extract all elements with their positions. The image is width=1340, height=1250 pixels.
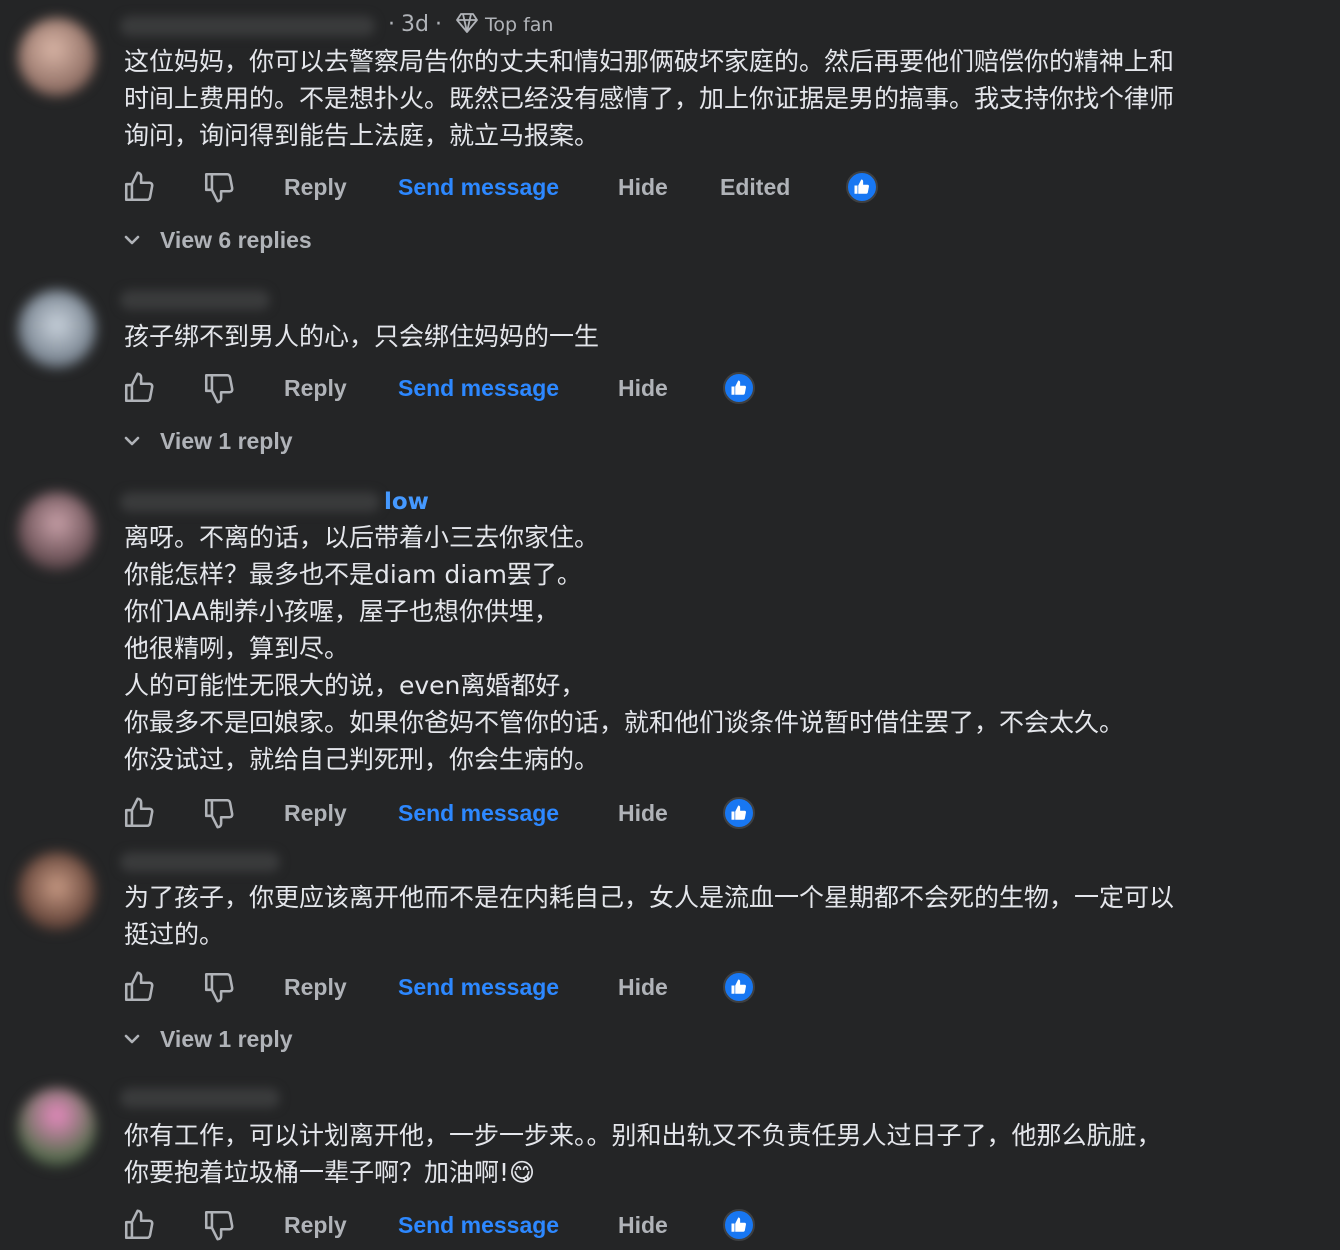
hide-button[interactable]: Hide <box>618 1212 668 1239</box>
comment-line: 你有工作，可以计划离开他，一步一步来。。别和出轨又不负责任男人过日子了，他那么肮… <box>124 1121 1162 1150</box>
comment-time[interactable]: 3d <box>401 12 429 37</box>
comment-text: 这位妈妈，你可以去警察局告你的丈夫和情妇那俩破坏家庭的。然后再要他们赔偿你的精神… <box>124 43 1314 154</box>
commenter-name[interactable] <box>120 1088 280 1108</box>
comment-line: 你们AA制养小孩喔，屋子也想你供埋， <box>124 597 559 626</box>
send-message-button[interactable]: Send message <box>398 800 559 827</box>
view-replies-label: View 6 replies <box>160 226 312 253</box>
comment-actions: Reply Send message Hide <box>122 793 922 833</box>
like-reaction-icon[interactable] <box>846 171 878 203</box>
view-replies-label: View 1 reply <box>160 427 293 454</box>
dislike-button[interactable] <box>202 368 236 408</box>
reply-button[interactable]: Reply <box>284 375 347 402</box>
comment-meta: · 3d · Top fan <box>388 12 554 37</box>
comment-line: 离呀。不离的话，以后带着小三去你家住。 <box>124 523 600 552</box>
view-replies-button[interactable]: View 1 reply <box>122 426 293 456</box>
comment-line: 你能怎样？最多也不是diam diam罢了。 <box>124 560 582 589</box>
comment-text: 你有工作，可以计划离开他，一步一步来。。别和出轨又不负责任男人过日子了，他那么肮… <box>124 1117 1314 1191</box>
dislike-button[interactable] <box>202 1205 236 1245</box>
follow-button[interactable]: low <box>384 489 429 515</box>
send-message-button[interactable]: Send message <box>398 974 559 1001</box>
avatar[interactable] <box>18 18 96 96</box>
like-reaction-icon[interactable] <box>723 1209 755 1241</box>
send-message-button[interactable]: Send message <box>398 174 559 201</box>
avatar[interactable] <box>18 290 96 368</box>
dislike-button[interactable] <box>202 167 236 207</box>
reply-button[interactable]: Reply <box>284 974 347 1001</box>
thumbs-up-icon <box>124 1209 154 1240</box>
send-message-button[interactable]: Send message <box>398 1212 559 1239</box>
hide-button[interactable]: Hide <box>618 974 668 1001</box>
thumbs-up-icon <box>124 171 154 202</box>
like-reaction-icon[interactable] <box>723 797 755 829</box>
commenter-name[interactable] <box>120 492 380 512</box>
thumbs-down-icon <box>204 172 234 203</box>
commenter-name[interactable] <box>120 852 280 872</box>
comment-text: 孩子绑不到男人的心，只会绑住妈妈的一生 <box>124 318 1314 355</box>
comment-line: 你要抱着垃圾桶一辈子啊？加油啊!😋 <box>124 1158 536 1187</box>
top-fan-badge: Top fan <box>484 14 554 36</box>
view-replies-button[interactable]: View 1 reply <box>122 1024 293 1054</box>
reply-button[interactable]: Reply <box>284 174 347 201</box>
hide-button[interactable]: Hide <box>618 174 668 201</box>
thumbs-down-icon <box>204 798 234 829</box>
view-replies-button[interactable]: View 6 replies <box>122 225 312 255</box>
comment-line: 你最多不是回娘家。如果你爸妈不管你的话，就和他们谈条件说暂时借住罢了，不会太久。 <box>124 708 1125 737</box>
like-reaction-icon[interactable] <box>723 971 755 1003</box>
comment-text: 为了孩子，你更应该离开他而不是在内耗自己，女人是流血一个星期都不会死的生物，一定… <box>124 879 1314 953</box>
avatar[interactable] <box>18 492 96 570</box>
hide-button[interactable]: Hide <box>618 800 668 827</box>
comment-line: 为了孩子，你更应该离开他而不是在内耗自己，女人是流血一个星期都不会死的生物，一定… <box>124 883 1175 912</box>
comment-line: 询问，询问得到能告上法庭，就立马报案。 <box>124 121 600 150</box>
dislike-button[interactable] <box>202 967 236 1007</box>
thumbs-up-icon <box>124 797 154 828</box>
avatar[interactable] <box>18 1088 96 1166</box>
comment-actions: Reply Send message Hide <box>122 1205 922 1245</box>
avatar[interactable] <box>18 852 96 930</box>
commenter-name[interactable] <box>120 290 270 310</box>
like-reaction-icon[interactable] <box>723 372 755 404</box>
like-button[interactable] <box>122 793 156 833</box>
like-button[interactable] <box>122 1205 156 1245</box>
edited-label: Edited <box>720 173 791 200</box>
thumbs-up-icon <box>124 372 154 403</box>
hide-button[interactable]: Hide <box>618 375 668 402</box>
like-button[interactable] <box>122 967 156 1007</box>
diamond-icon <box>456 13 478 33</box>
comment-line: 你没试过，就给自己判死刑，你会生病的。 <box>124 745 600 774</box>
reply-button[interactable]: Reply <box>284 1212 347 1239</box>
reply-button[interactable]: Reply <box>284 800 347 827</box>
send-message-button[interactable]: Send message <box>398 375 559 402</box>
comment-line: 这位妈妈，你可以去警察局告你的丈夫和情妇那俩破坏家庭的。然后再要他们赔偿你的精神… <box>124 47 1175 76</box>
like-button[interactable] <box>122 368 156 408</box>
comment-line: 孩子绑不到男人的心，只会绑住妈妈的一生 <box>124 322 600 351</box>
thumbs-down-icon <box>204 972 234 1003</box>
chevron-down-icon <box>124 436 140 446</box>
chevron-down-icon <box>124 235 140 245</box>
view-replies-label: View 1 reply <box>160 1025 293 1052</box>
commenter-name[interactable] <box>120 16 375 36</box>
thumbs-up-icon <box>124 971 154 1002</box>
comment-line: 时间上费用的。不是想扑火。既然已经没有感情了，加上你证据是男的搞事。我支持你找个… <box>124 84 1175 113</box>
comment-actions: Reply Send message Hide Edited <box>122 167 922 207</box>
comment-line: 挺过的。 <box>124 920 225 949</box>
chevron-down-icon <box>124 1034 140 1044</box>
thumbs-down-icon <box>204 1210 234 1241</box>
comment-line: 他很精咧，算到尽。 <box>124 634 350 663</box>
thumbs-down-icon <box>204 373 234 404</box>
dislike-button[interactable] <box>202 793 236 833</box>
comment-actions: Reply Send message Hide <box>122 368 922 408</box>
comment-text: 离呀。不离的话，以后带着小三去你家住。 你能怎样？最多也不是diam diam罢… <box>124 519 1314 778</box>
comment-actions: Reply Send message Hide <box>122 967 922 1007</box>
like-button[interactable] <box>122 167 156 207</box>
comment-line: 人的可能性无限大的说，even离婚都好， <box>124 671 586 700</box>
